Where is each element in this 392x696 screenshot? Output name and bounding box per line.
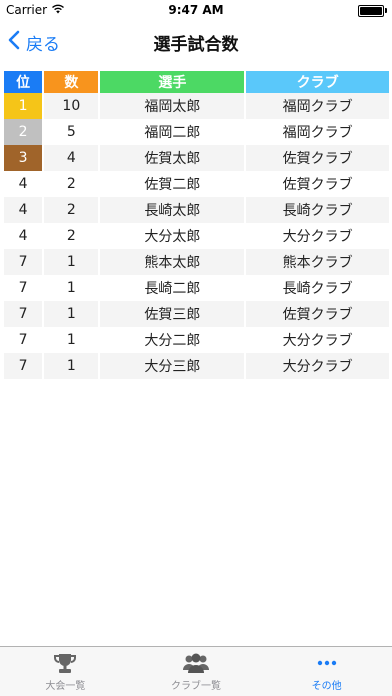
page-title: 選手試合数	[153, 35, 239, 55]
table-row: 7 1 熊本太郎 熊本クラブ	[4, 249, 389, 275]
tab-label-other: その他	[311, 681, 342, 692]
table-row: 2 5 福岡二郎 福岡クラブ	[4, 119, 389, 145]
table-row: 4 2 佐賀二郎 佐賀クラブ	[4, 171, 389, 197]
count-cell: 1	[44, 353, 99, 379]
club-cell: 福岡クラブ	[246, 119, 389, 145]
table-row: 4 2 長崎太郎 長崎クラブ	[4, 197, 389, 223]
tab-label-club-list: クラブ一覧	[171, 681, 221, 692]
club-cell: 長崎クラブ	[246, 275, 389, 301]
club-cell: 大分クラブ	[246, 223, 389, 249]
rank-cell: 4	[4, 171, 43, 197]
count-cell: 1	[44, 327, 99, 353]
club-cell: 大分クラブ	[246, 353, 389, 379]
rank-cell: 7	[4, 301, 43, 327]
player-cell: 佐賀太郎	[100, 145, 245, 171]
count-cell: 2	[44, 223, 99, 249]
tab-bar: 大会一覧 クラブ一覧 その他	[0, 646, 392, 696]
count-cell: 2	[44, 171, 99, 197]
status-bar: Carrier 9:47 AM	[0, 0, 392, 20]
header-count: 数	[44, 71, 99, 93]
rank-cell: 3	[4, 145, 43, 171]
header-player: 選手	[100, 71, 245, 93]
club-cell: 長崎クラブ	[246, 197, 389, 223]
club-cell: 佐賀クラブ	[246, 171, 389, 197]
club-cell: 大分クラブ	[246, 327, 389, 353]
count-cell: 5	[44, 119, 99, 145]
rank-cell: 7	[4, 275, 43, 301]
player-cell: 大分三郎	[100, 353, 245, 379]
table-row: 3 4 佐賀太郎 佐賀クラブ	[4, 145, 389, 171]
rank-cell: 7	[4, 353, 43, 379]
count-cell: 4	[44, 145, 99, 171]
table-row: 7 1 大分二郎 大分クラブ	[4, 327, 389, 353]
table-body: 1 10 福岡太郎 福岡クラブ 2 5 福岡二郎 福岡クラブ 3 4 佐賀太郎 佐賀クラブ 4 2 佐賀二郎…	[4, 93, 389, 379]
header-rank: 位	[4, 71, 43, 93]
navigation-bar: 戻る 選手試合数	[0, 20, 392, 64]
rank-cell: 1	[4, 93, 43, 119]
club-cell: 佐賀クラブ	[246, 301, 389, 327]
rank-cell: 7	[4, 249, 43, 275]
player-cell: 大分二郎	[100, 327, 245, 353]
more-icon	[317, 651, 337, 675]
player-cell: 福岡太郎	[100, 93, 245, 119]
club-cell: 熊本クラブ	[246, 249, 389, 275]
header-club: クラブ	[246, 71, 389, 93]
table-row: 7 1 長崎二郎 長崎クラブ	[4, 275, 389, 301]
player-cell: 福岡二郎	[100, 119, 245, 145]
tab-club-list[interactable]: クラブ一覧	[131, 647, 262, 696]
count-cell: 1	[44, 301, 99, 327]
player-cell: 大分太郎	[100, 223, 245, 249]
tab-tournament-list[interactable]: 大会一覧	[0, 647, 131, 696]
tab-label-tournament-list: 大会一覧	[45, 681, 86, 692]
player-cell: 熊本太郎	[100, 249, 245, 275]
tab-other[interactable]: その他	[261, 647, 392, 696]
count-cell: 1	[44, 249, 99, 275]
rank-cell: 2	[4, 119, 43, 145]
ranking-table: 位 数 選手 クラブ 1 10 福岡太郎 福岡クラブ 2 5 福岡二郎 福岡クラブ 3 4 佐賀太郎…	[2, 71, 391, 379]
count-cell: 1	[44, 275, 99, 301]
status-time: 9:47 AM	[168, 3, 224, 17]
player-cell: 佐賀二郎	[100, 171, 245, 197]
battery-icon	[358, 5, 387, 17]
count-cell: 10	[44, 93, 99, 119]
trophy-icon	[53, 651, 77, 675]
club-cell: 福岡クラブ	[246, 93, 389, 119]
player-cell: 長崎二郎	[100, 275, 245, 301]
rank-cell: 7	[4, 327, 43, 353]
table-row: 1 10 福岡太郎 福岡クラブ	[4, 93, 389, 119]
table-header-row: 位 数 選手 クラブ	[4, 71, 389, 93]
count-cell: 2	[44, 197, 99, 223]
table-row: 7 1 佐賀三郎 佐賀クラブ	[4, 301, 389, 327]
group-icon	[182, 651, 210, 675]
ranking-table-container: 位 数 選手 クラブ 1 10 福岡太郎 福岡クラブ 2 5 福岡二郎 福岡クラブ 3 4 佐賀太郎…	[2, 71, 391, 379]
club-cell: 佐賀クラブ	[246, 145, 389, 171]
table-row: 7 1 大分三郎 大分クラブ	[4, 353, 389, 379]
player-cell: 長崎太郎	[100, 197, 245, 223]
player-cell: 佐賀三郎	[100, 301, 245, 327]
rank-cell: 4	[4, 223, 43, 249]
rank-cell: 4	[4, 197, 43, 223]
table-row: 4 2 大分太郎 大分クラブ	[4, 223, 389, 249]
